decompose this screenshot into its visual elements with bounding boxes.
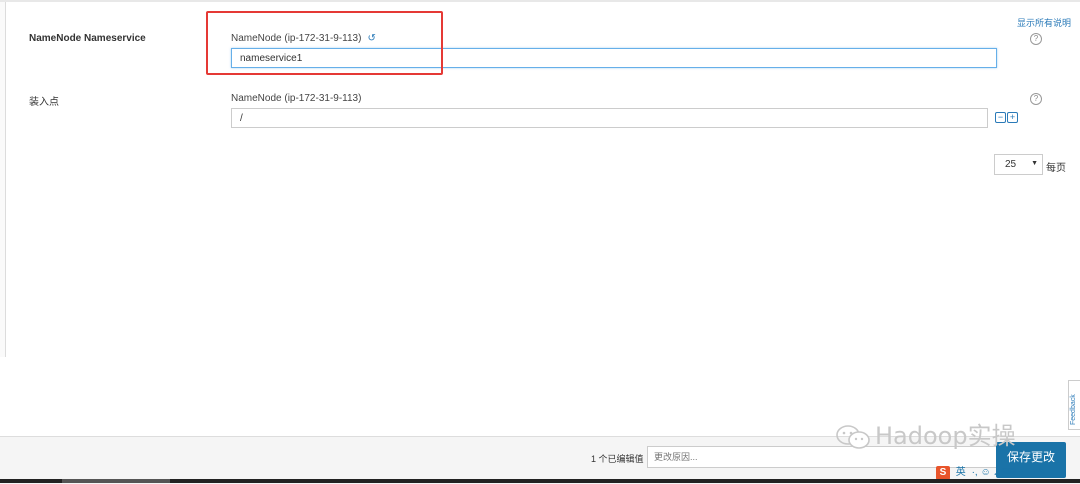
per-page-label: 每页	[1046, 163, 1066, 174]
add-value-button[interactable]: +	[1007, 112, 1018, 123]
page-size-select[interactable]: 25 ▼	[994, 154, 1043, 175]
wechat-icon	[836, 425, 870, 449]
mount-point-row-label: 装入点	[29, 97, 59, 108]
watermark: Hadoop实操	[835, 416, 1016, 451]
chevron-down-icon: ▼	[1031, 160, 1038, 167]
ime-toolbar[interactable]: S 英 ·, ☺ ♪ ⌨ ♦ ☗ ✎	[936, 463, 1047, 480]
taskbar-item[interactable]	[62, 479, 170, 483]
feedback-label: Feedback	[1070, 394, 1077, 425]
ime-logo-icon: S	[936, 466, 950, 480]
top-border	[0, 0, 1080, 2]
mount-point-help-icon[interactable]: ?	[1030, 93, 1042, 105]
show-all-help-link[interactable]: 显示所有说明	[1017, 16, 1071, 29]
edited-count: 1 个已编辑值	[591, 454, 644, 464]
watermark-text: Hadoop实操	[875, 422, 1016, 450]
highlight-annotation-box	[206, 11, 443, 75]
ime-language[interactable]: 英	[956, 463, 966, 478]
remove-value-button[interactable]: −	[995, 112, 1006, 123]
feedback-tab[interactable]: Feedback	[1068, 380, 1080, 430]
ime-tool-icons[interactable]: ·, ☺ ♪ ⌨ ♦ ☗ ✎	[972, 467, 1047, 478]
mount-point-host-label: NameNode (ip-172-31-9-113)	[231, 93, 362, 104]
nameservice-row-label: NameNode Nameservice	[29, 33, 146, 44]
left-panel-edge	[0, 2, 6, 357]
nameservice-help-icon[interactable]: ?	[1030, 33, 1042, 45]
page-size-value: 25	[1005, 159, 1017, 170]
mount-point-input[interactable]	[231, 108, 988, 128]
